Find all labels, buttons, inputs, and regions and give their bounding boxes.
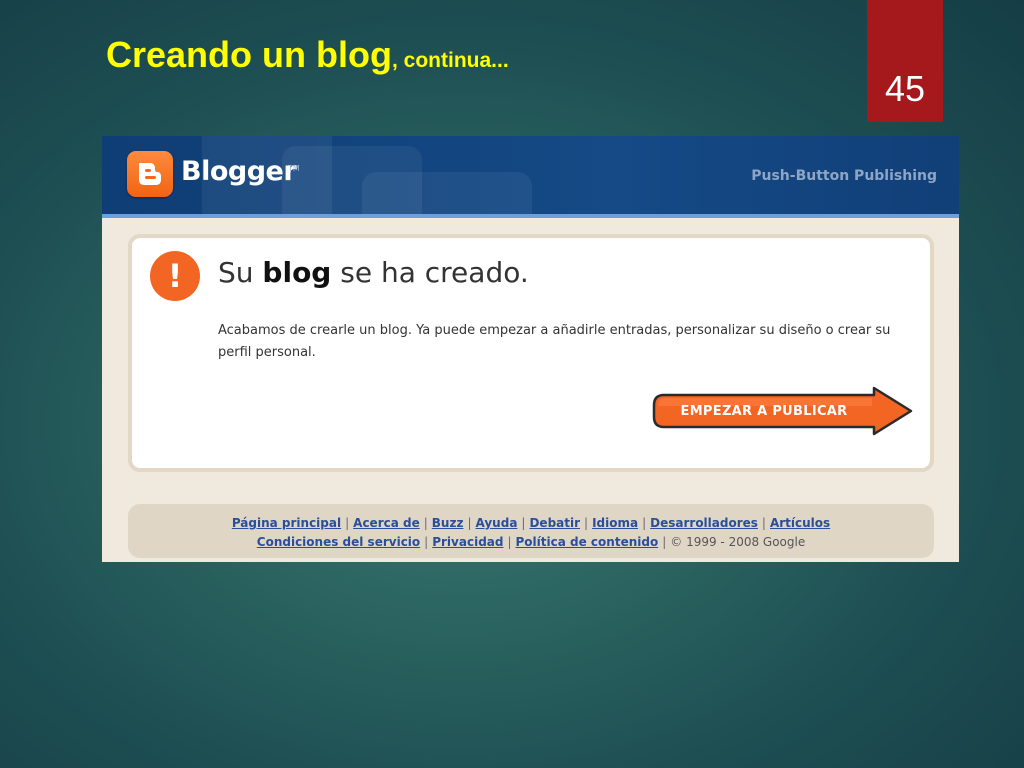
footer-link-condiciones[interactable]: Condiciones del servicio (257, 535, 420, 549)
slide-title: Creando un blog, continua... (106, 34, 509, 76)
footer-link-buzz[interactable]: Buzz (432, 516, 464, 530)
headline-bold: blog (262, 256, 332, 289)
footer-separator: | (467, 516, 472, 530)
blogger-footer: Página principal | Acerca de | Buzz | Ayuda | De… (128, 504, 934, 558)
header-tagline: Push-Button Publishing (751, 168, 937, 184)
alert-icon-glyph: ! (167, 257, 183, 295)
footer-links-row-1: Página principal | Acerca de | Buzz | Ayuda | De… (128, 514, 934, 533)
slide-number-box: 45 (867, 0, 943, 122)
footer-separator: | (507, 535, 512, 549)
header-decoration (362, 172, 532, 214)
footer-link-privacidad[interactable]: Privacidad (432, 535, 503, 549)
footer-separator: | (521, 516, 526, 530)
alert-icon: ! (150, 251, 200, 301)
footer-separator: | (345, 516, 350, 530)
blogger-screenshot: Blogger TM Push-Button Publishing ! Su b… (102, 136, 959, 562)
footer-links-row-2: Condiciones del servicio | Privacidad | Polí… (128, 533, 934, 552)
footer-separator: | (761, 516, 766, 530)
footer-link-articulos[interactable]: Artículos (770, 516, 830, 530)
blog-created-description: Acabamos de crearle un blog. Ya puede em… (218, 323, 891, 360)
headline-after: se ha creado. (331, 256, 529, 289)
footer-link-debatir[interactable]: Debatir (529, 516, 580, 530)
header-stripe (102, 214, 959, 218)
slide-title-main: Creando un blog (106, 34, 392, 75)
footer-link-desarrolladores[interactable]: Desarrolladores (650, 516, 758, 530)
start-publishing-label: EMPEZAR A PUBLICAR (680, 403, 848, 419)
headline-before: Su (218, 256, 263, 289)
footer-separator: | (424, 535, 429, 549)
copyright-text: © 1999 - 2008 Google (670, 535, 806, 549)
footer-link-politica-contenido[interactable]: Política de contenido (516, 535, 659, 549)
blogger-logo-icon[interactable] (127, 151, 173, 197)
start-publishing-button[interactable]: EMPEZAR A PUBLICAR (652, 386, 914, 436)
footer-link-idioma[interactable]: Idioma (592, 516, 638, 530)
footer-link-acerca-de[interactable]: Acerca de (353, 516, 420, 530)
trademark-mark: TM (288, 164, 300, 173)
blogger-logo-text[interactable]: Blogger (181, 156, 297, 187)
blog-created-headline: Su blog se ha creado. (218, 256, 529, 289)
blogger-b-glyph (139, 163, 161, 185)
slide-number: 45 (884, 68, 926, 109)
footer-separator: | (423, 516, 428, 530)
footer-link-ayuda[interactable]: Ayuda (476, 516, 518, 530)
slide-title-sub: , continua... (391, 49, 509, 72)
blogger-header: Blogger TM Push-Button Publishing (102, 136, 959, 214)
footer-separator: | (662, 535, 667, 549)
footer-link-pagina-principal[interactable]: Página principal (232, 516, 341, 530)
footer-separator: | (584, 516, 589, 530)
footer-separator: | (642, 516, 647, 530)
